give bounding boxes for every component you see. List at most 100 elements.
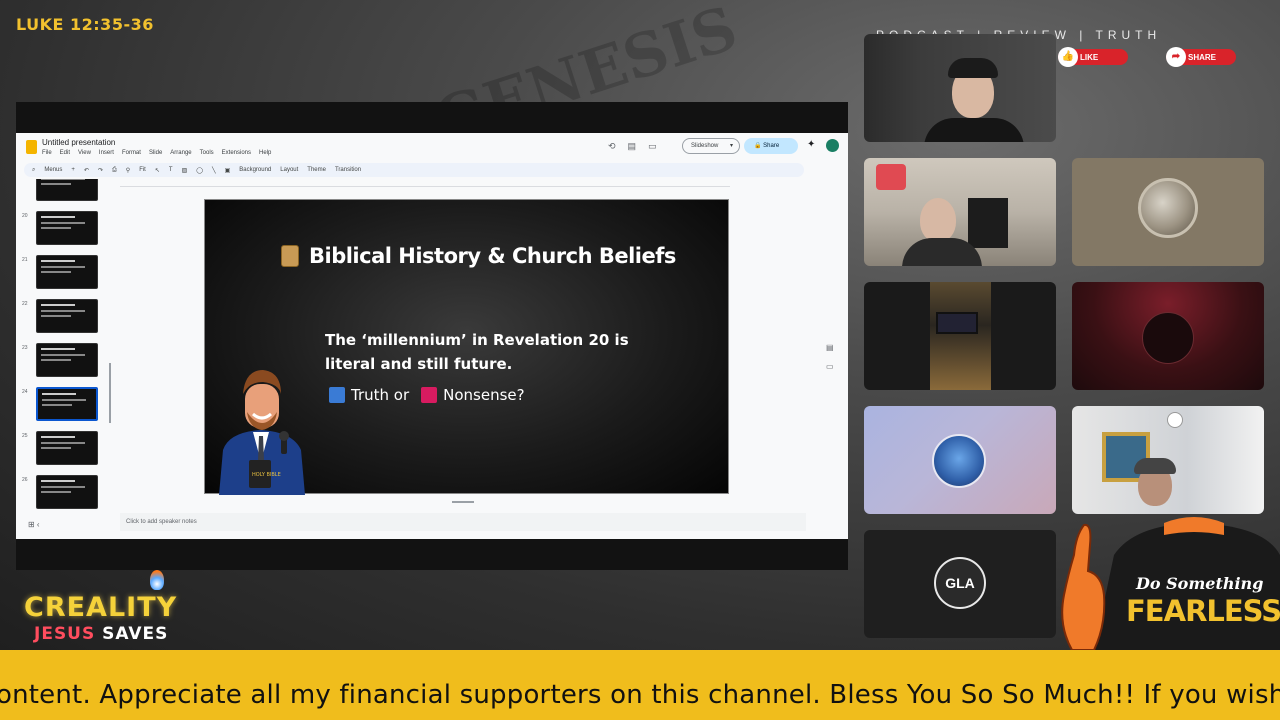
search-menus-icon[interactable]: ⌕	[32, 167, 35, 174]
slide-thumbnail[interactable]	[36, 431, 98, 465]
brand-word-saves: SAVES	[102, 624, 169, 644]
slide-canvas[interactable]: Biblical History & Church Beliefs The ‘m…	[204, 199, 729, 495]
toolbar-theme[interactable]: Theme	[307, 167, 326, 173]
app-header: Untitled presentation File Edit View Ins…	[16, 133, 848, 163]
slide-number: 26	[22, 477, 28, 483]
comment-icon[interactable]: ▤	[628, 141, 637, 152]
participant-video-host	[864, 34, 1056, 142]
scroll-icon	[281, 245, 299, 267]
brand-tagline: JESUS SAVES	[34, 624, 168, 644]
slide-thumbnail[interactable]	[36, 255, 98, 289]
menu-extensions[interactable]: Extensions	[222, 150, 251, 156]
slideshow-button[interactable]: Slideshow ▾	[682, 138, 740, 154]
slide-thumbnail[interactable]	[36, 211, 98, 245]
slide-statement[interactable]: The ‘millennium’ in Revelation 20 is lit…	[325, 328, 655, 376]
menu-file[interactable]: File	[42, 150, 52, 156]
chevron-down-icon[interactable]: ▾	[730, 139, 733, 153]
menu-view[interactable]: View	[78, 150, 91, 156]
image-icon[interactable]: ▨	[182, 167, 188, 174]
filmstrip-item[interactable]	[16, 179, 108, 203]
tv-screen	[936, 312, 978, 334]
tasks-icon[interactable]: ▭	[826, 362, 834, 371]
speaker-notes[interactable]: Click to add speaker notes	[120, 513, 806, 531]
monitor-shape	[968, 198, 1008, 248]
shirt-slogan-line1: Do Something	[1136, 574, 1264, 593]
gemini-star-icon[interactable]: ✦	[807, 139, 815, 150]
slide-number: 22	[22, 301, 28, 307]
print-icon[interactable]: ⎙	[112, 167, 117, 174]
toolbar-background[interactable]: Background	[239, 167, 271, 173]
menu-format[interactable]: Format	[122, 150, 141, 156]
slide-number: 20	[22, 213, 28, 219]
like-label: LIKE	[1080, 52, 1099, 62]
participant-video-4	[1072, 406, 1264, 514]
bible-label: HOLY BIBLE	[252, 472, 281, 478]
history-icon[interactable]: ⟲	[608, 141, 616, 152]
participant-avatar	[932, 434, 986, 488]
zoom-icon[interactable]: ⚲	[126, 167, 130, 174]
toolbar-transition[interactable]: Transition	[335, 167, 361, 173]
slide-title[interactable]: Biblical History & Church Beliefs	[281, 244, 676, 268]
slide-thumbnail[interactable]	[36, 475, 98, 509]
zoom-fit[interactable]: Fit	[139, 167, 146, 173]
menu-arrange[interactable]: Arrange	[170, 150, 191, 156]
grid-view-icon[interactable]: ⊞ ‹	[28, 520, 40, 529]
toolbar-layout[interactable]: Layout	[280, 167, 298, 173]
redo-icon[interactable]: ↷	[98, 167, 103, 174]
document-title[interactable]: Untitled presentation	[42, 138, 115, 147]
select-cursor-icon[interactable]: ↖	[155, 167, 160, 174]
google-slides-window: Untitled presentation File Edit View Ins…	[16, 133, 848, 539]
menu-insert[interactable]: Insert	[99, 150, 114, 156]
slideshow-label: Slideshow	[691, 143, 719, 149]
menu-edit[interactable]: Edit	[60, 150, 70, 156]
lock-icon: 🔒	[754, 143, 762, 149]
slides-logo-icon[interactable]	[26, 140, 37, 154]
wall-clock	[1167, 412, 1183, 428]
participant-avatar	[1138, 178, 1198, 238]
slide-number: 23	[22, 345, 28, 351]
slide-thumbnail[interactable]	[36, 299, 98, 333]
user-avatar[interactable]	[826, 139, 839, 152]
filmstrip-scrollbar[interactable]	[109, 363, 111, 423]
menu-slide[interactable]: Slide	[149, 150, 162, 156]
new-slide-icon[interactable]: +	[71, 167, 75, 173]
share-label: SHARE	[1188, 52, 1217, 62]
slide-thumbnail-selected[interactable]	[36, 387, 98, 421]
toolbar-menus[interactable]: Menus	[44, 167, 62, 173]
menu-tools[interactable]: Tools	[200, 150, 214, 156]
toolbar: ⌕ Menus + ↶ ↷ ⎙ ⚲ Fit ↖ T ▨ ◯ ╲ ▣ Backgr…	[24, 163, 804, 177]
right-side-panel-icons: ▤ ▭	[826, 343, 834, 371]
filmstrip-item[interactable]: 21	[16, 255, 108, 291]
slide-choices[interactable]: Truth or Nonsense?	[329, 386, 525, 404]
shirt-shape	[924, 118, 1024, 142]
slide-number: 25	[22, 433, 28, 439]
comment-add-icon[interactable]: ▣	[225, 167, 231, 174]
participant-video-2	[864, 158, 1056, 266]
share-button-label: Share	[763, 143, 780, 149]
camera-icon[interactable]: ▭	[648, 141, 657, 152]
share-button[interactable]: 🔒 Share	[744, 138, 798, 154]
filmstrip-item[interactable]: 25	[16, 431, 108, 467]
menu-help[interactable]: Help	[259, 150, 271, 156]
textbox-icon[interactable]: T	[169, 167, 173, 173]
horizontal-ruler	[120, 181, 730, 187]
notes-resize-handle[interactable]	[452, 501, 474, 503]
undo-icon[interactable]: ↶	[84, 167, 89, 174]
participant-initials-tile: GLA	[864, 530, 1056, 638]
filmstrip-item[interactable]: 23	[16, 343, 108, 379]
filmstrip-item[interactable]: 20	[16, 211, 108, 247]
slide-thumbnail[interactable]	[36, 179, 98, 201]
participant-initials: GLA	[934, 557, 986, 609]
slide-thumbnail[interactable]	[36, 343, 98, 377]
filmstrip-item[interactable]: 22	[16, 299, 108, 335]
participant-avatar-tile	[1072, 158, 1264, 266]
shape-icon[interactable]: ◯	[196, 167, 203, 174]
header-icons: ⟲ ▤ ▭	[608, 141, 657, 152]
keep-icon[interactable]: ▤	[826, 343, 834, 352]
line-icon[interactable]: ╲	[212, 167, 216, 174]
slide-number: 24	[22, 389, 28, 395]
filmstrip-item[interactable]: 26	[16, 475, 108, 509]
slide-filmstrip[interactable]: 20 21 22 23 24 25 26	[16, 179, 108, 509]
choice-nonsense: Nonsense?	[443, 386, 525, 404]
filmstrip-item-selected[interactable]: 24	[16, 387, 108, 423]
